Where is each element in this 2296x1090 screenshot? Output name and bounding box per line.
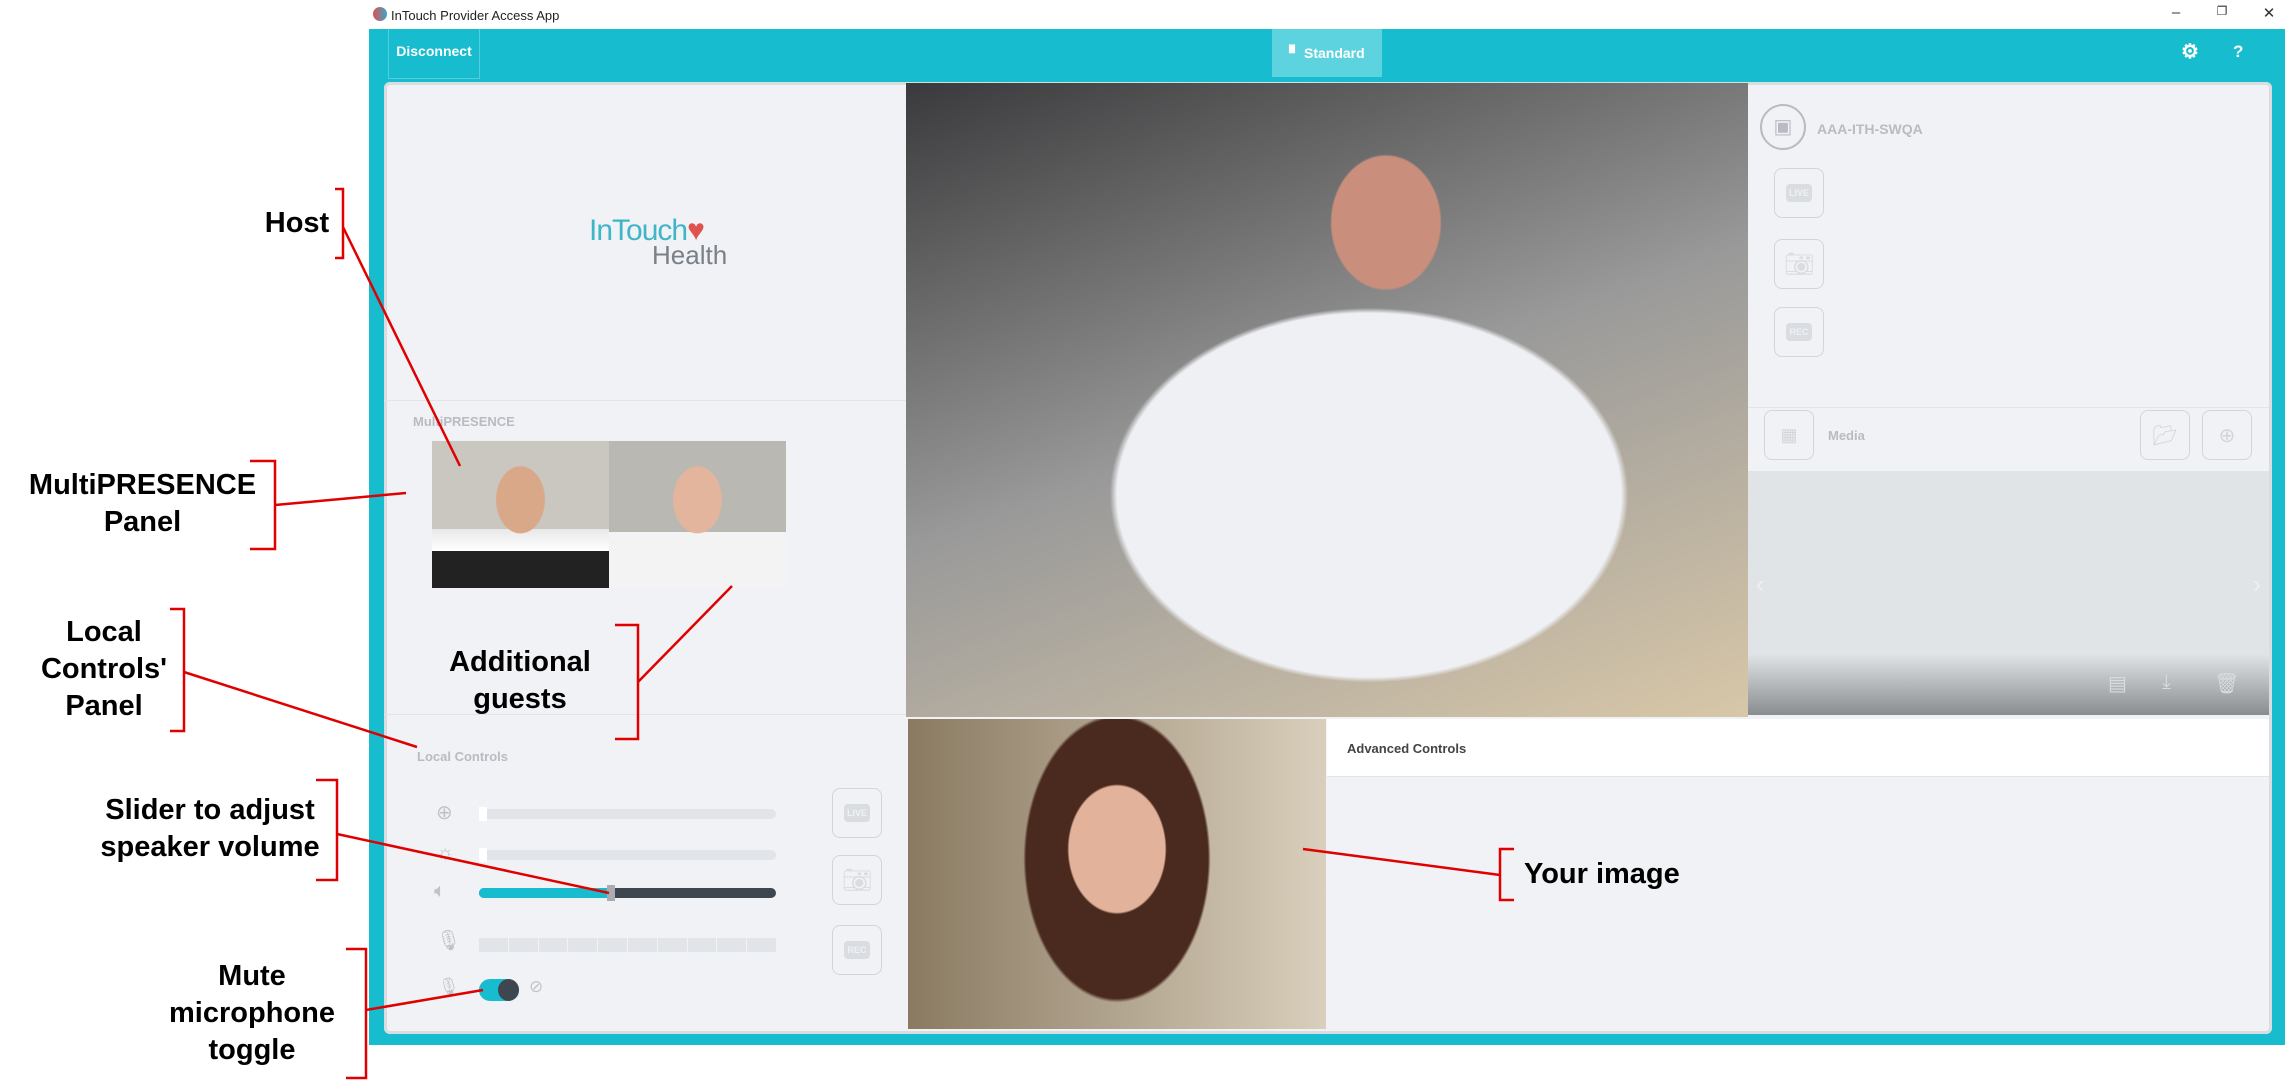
mute-pointer (365, 988, 484, 1012)
annotation-host: Host (264, 207, 330, 239)
your-image-pointer (1302, 847, 1501, 877)
local-pointer (183, 670, 418, 749)
slider-pointer (336, 832, 610, 895)
your-image-bracket (1498, 847, 1514, 902)
annotation-mute: Mute microphone toggle (169, 960, 335, 1066)
multipresence-pointer (274, 491, 407, 507)
annotation-lines (170, 187, 1514, 1080)
annotation-guests: Additional guests (449, 646, 591, 715)
annotation-your-image: Your image (1524, 858, 1680, 890)
annotation-slider: Slider to adjust speaker volume (100, 794, 320, 863)
annotation-local-controls: Local Controls' Panel (40, 616, 168, 722)
host-pointer (341, 226, 462, 467)
guests-pointer (637, 585, 733, 683)
annotation-multipresence: MultiPRESENCE Panel (28, 469, 257, 538)
